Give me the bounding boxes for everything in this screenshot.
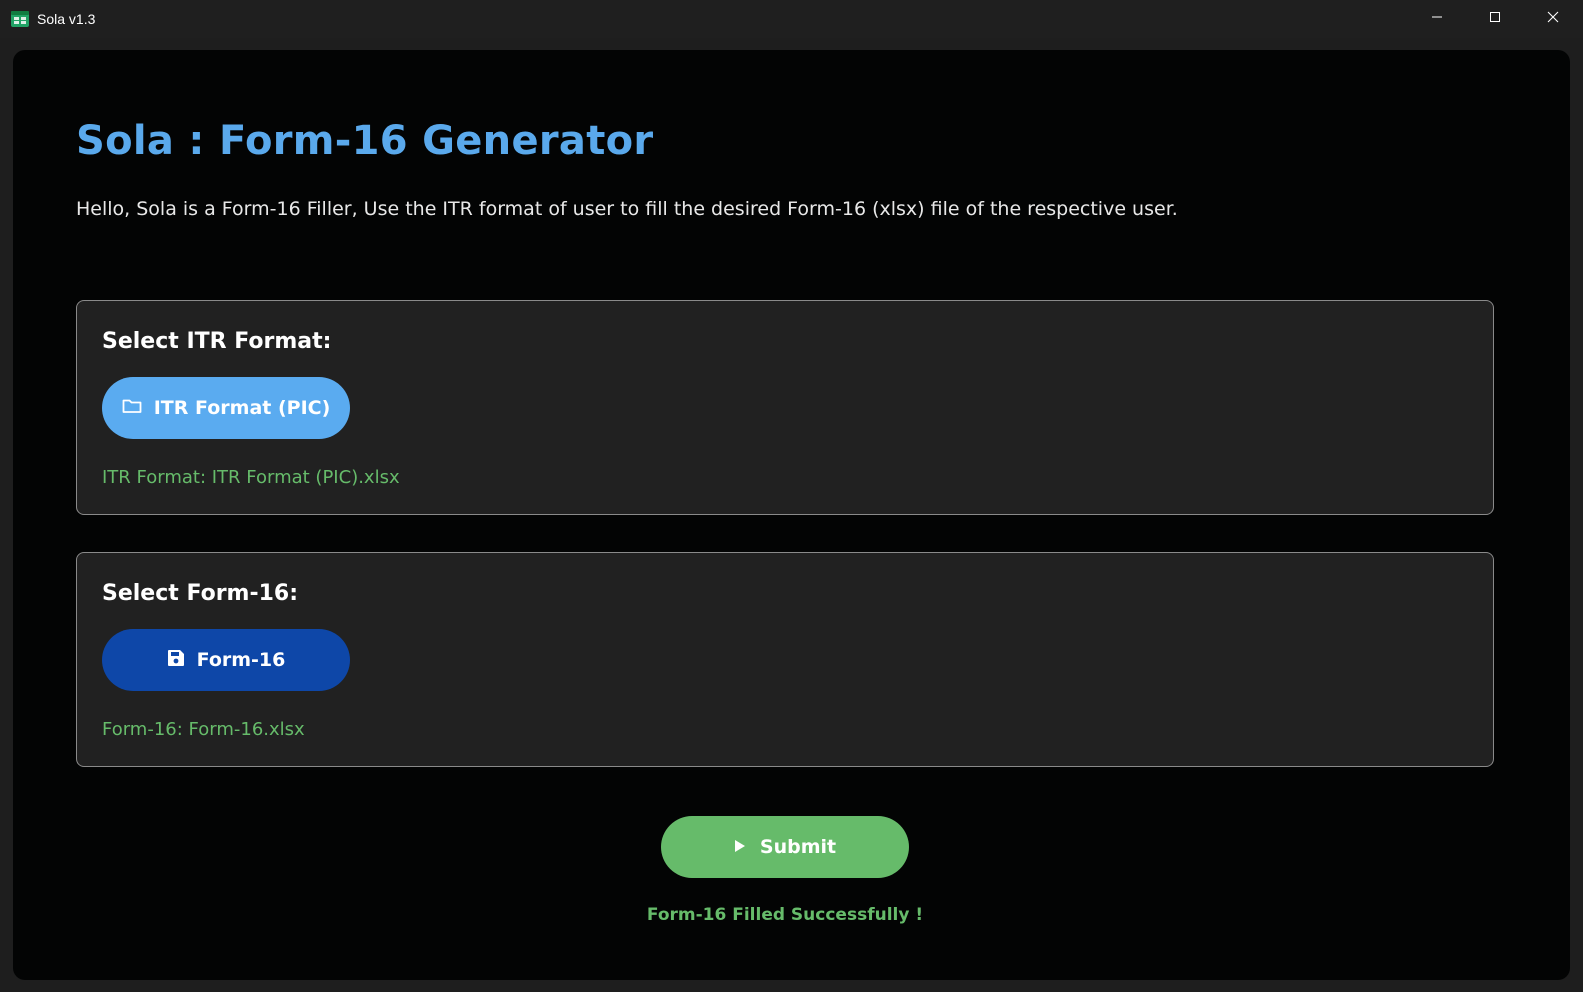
main-content: Sola : Form-16 Generator Hello, Sola is … [13,50,1570,980]
close-button[interactable] [1524,0,1582,38]
itr-format-button[interactable]: ITR Format (PIC) [102,377,350,439]
form16-panel: Select Form-16: Form-16 Form-16: Form-16… [76,552,1494,767]
spreadsheet-icon [11,11,29,27]
itr-format-button-label: ITR Format (PIC) [153,397,331,419]
title-bar[interactable]: Sola v1.3 [0,0,1583,38]
app-window: Sola v1.3 Sola : Form-16 Generator Hello… [0,0,1583,992]
page-description: Hello, Sola is a Form-16 Filler, Use the… [76,198,1178,220]
form16-panel-heading: Select Form-16: [102,581,299,606]
minimize-icon [1431,10,1443,28]
window-title: Sola v1.3 [37,11,96,27]
minimize-button[interactable] [1408,0,1466,38]
maximize-icon [1489,10,1501,28]
form16-button-label: Form-16 [196,649,286,671]
save-icon [167,649,185,672]
maximize-button[interactable] [1466,0,1524,38]
submit-button[interactable]: Submit [661,816,909,878]
success-message: Form-16 Filled Successfully ! [646,905,924,925]
itr-file-status: ITR Format: ITR Format (PIC).xlsx [102,467,400,488]
folder-icon [122,397,142,419]
form16-file-status: Form-16: Form-16.xlsx [102,719,305,740]
form16-button[interactable]: Form-16 [102,629,350,691]
close-icon [1547,10,1559,28]
play-icon [734,836,746,858]
page-title: Sola : Form-16 Generator [76,118,654,164]
itr-format-panel: Select ITR Format: ITR Format (PIC) ITR … [76,300,1494,515]
submit-button-label: Submit [759,836,837,858]
itr-panel-heading: Select ITR Format: [102,329,332,354]
